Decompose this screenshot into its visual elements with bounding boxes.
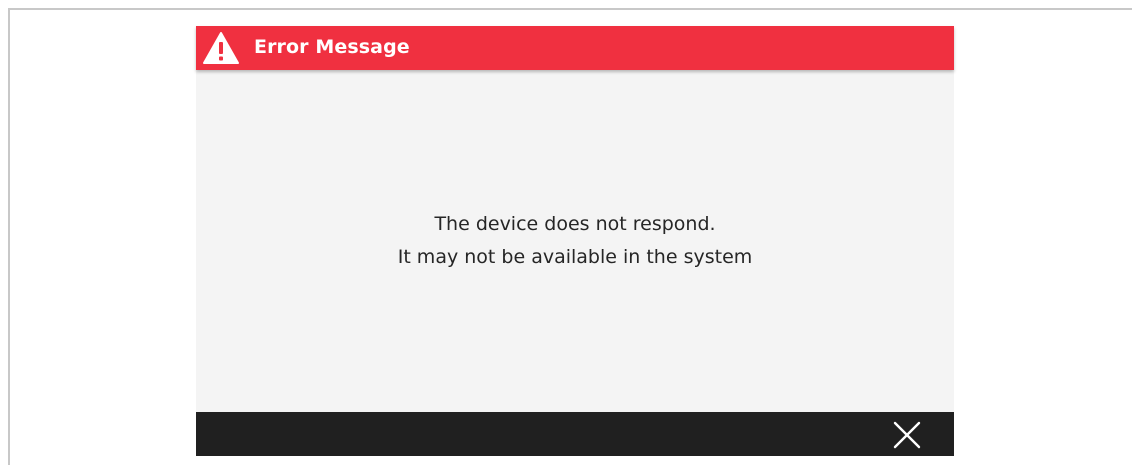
error-dialog: Error Message The device does not respon…	[196, 26, 954, 456]
dialog-footer	[196, 412, 954, 456]
dialog-header: Error Message	[196, 26, 954, 70]
error-message-line-1: The device does not respond.	[434, 213, 716, 235]
dialog-title: Error Message	[254, 36, 410, 58]
dialog-body: The device does not respond. It may not …	[196, 70, 954, 412]
warning-icon	[203, 32, 239, 64]
error-message-line-2: It may not be available in the system	[397, 246, 753, 268]
close-icon	[893, 421, 921, 449]
close-button[interactable]	[890, 418, 924, 452]
